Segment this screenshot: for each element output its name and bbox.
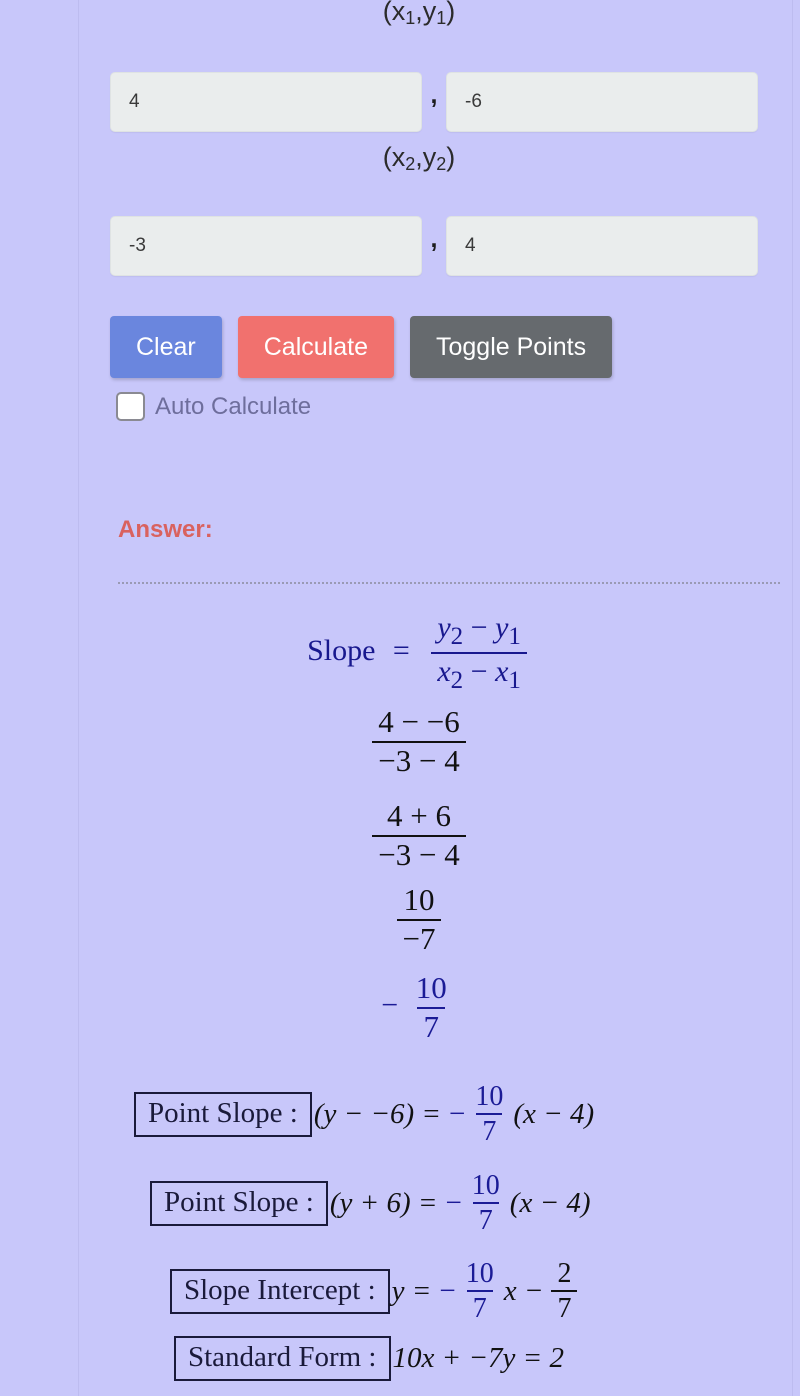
slope-intercept-intercept-fraction: 2 7 [551,1259,578,1324]
slope-step-4-denominator: 7 [417,1006,445,1044]
slope-step-3: 10 −7 [78,882,760,956]
slope-equals: = [392,634,410,668]
standard-form-expression: 10x + −7y = 2 [391,1342,564,1375]
point-2-label-close: ) [446,142,456,172]
standard-form-equation: 10x + −7y = 2 [392,1342,564,1374]
standard-form-label: Standard Form : [174,1336,391,1381]
point-slope-row-1-expression: (y − −6) = − 10 7 (x − 4) [312,1082,594,1147]
slope-step-3-denominator: −7 [396,918,442,956]
point-slope-row-2-fraction: 10 7 [471,1170,500,1237]
slope-step-1-fraction: 4 − −6 −3 − 4 [372,704,466,778]
slope-step-4-fraction: 10 7 [410,970,453,1044]
clear-button[interactable]: Clear [110,316,222,378]
point-slope-row-1-lhs: (y − −6) = [313,1097,442,1130]
point-slope-row-1-sign: − [449,1097,466,1130]
slope-intercept-expression: y = − 10 7 x − 2 7 [390,1259,582,1324]
right-container-rule [792,0,793,1396]
action-button-row: Clear Calculate Toggle Points [110,316,613,378]
slope-formula-numerator: y2 − y1 [437,611,521,650]
point-1-comma: , [430,80,438,109]
toggle-points-button[interactable]: Toggle Points [409,316,613,378]
point-2-label-sub-y: 2 [436,154,447,174]
point-1-label-sub-y: 1 [436,8,447,28]
answer-heading: Answer: [118,516,213,543]
point-slope-row-1: Point Slope : (y − −6) = − 10 7 (x − 4) [78,1082,760,1147]
x2-input[interactable] [110,216,422,276]
slope-step-2-denominator: −3 − 4 [372,834,466,872]
point-slope-row-2-expression: (y + 6) = − 10 7 (x − 4) [328,1171,591,1236]
slope-step-2: 4 + 6 −3 − 4 [78,798,760,872]
slope-step-2-fraction: 4 + 6 −3 − 4 [372,798,466,872]
slope-intercept-slope-fraction: 10 7 [465,1258,494,1325]
point-slope-row-2-lhs: (y + 6) = [329,1186,438,1219]
point-slope-row-2: Point Slope : (y + 6) = − 10 7 (x − 4) [78,1171,760,1236]
point-slope-row-1-fraction: 10 7 [475,1081,504,1148]
y2-input[interactable] [446,216,758,276]
slope-step-4: − 10 7 [78,970,760,1044]
slope-calculator-panel: (x1,y1) , (x2,y2) , Clear Calculate Togg… [78,0,792,1396]
point-1-input-row: , [110,72,760,132]
answer-divider [118,582,780,584]
point-slope-row-1-tail: (x − 4) [513,1097,595,1130]
point-1-label: (x1,y1) [78,0,760,27]
y1-input[interactable] [446,72,758,132]
slope-intercept-row: Slope Intercept : y = − 10 7 x − 2 7 [78,1259,760,1324]
point-slope-row-2-label: Point Slope : [150,1180,328,1226]
slope-intercept-tail: x − [503,1274,544,1307]
slope-intercept-label: Slope Intercept : [170,1268,390,1314]
point-2-label: (x2,y2) [78,142,760,174]
slope-formula-denominator: x2 − x1 [431,652,527,694]
auto-calculate-row[interactable]: Auto Calculate [116,392,311,421]
point-2-comma: , [430,224,438,253]
slope-step-4-sign: − [381,988,399,1022]
slope-step-1-denominator: −3 − 4 [372,740,466,778]
slope-formula-fraction: y2 − y1 x2 − x1 [431,612,527,695]
point-2-label-sub-x: 2 [405,154,416,174]
point-2-label-mid: ,y [415,142,437,172]
point-1-label-open: (x [382,0,406,26]
slope-step-4-numerator: 10 [415,970,447,1005]
slope-step-3-numerator: 10 [403,882,435,917]
point-1-label-sub-x: 1 [405,8,416,28]
point-2-input-row: , [110,216,760,276]
point-slope-row-2-sign: − [445,1186,462,1219]
x1-input[interactable] [110,72,422,132]
point-2-label-open: (x [382,142,406,172]
standard-form-row: Standard Form : 10x + −7y = 2 [78,1336,760,1381]
slope-intercept-lhs: y = [391,1274,432,1307]
point-slope-row-1-label: Point Slope : [134,1091,312,1137]
point-1-label-close: ) [446,0,456,26]
point-slope-row-2-tail: (x − 4) [509,1186,591,1219]
slope-step-3-fraction: 10 −7 [396,882,442,956]
slope-step-1-numerator: 4 − −6 [378,704,460,739]
auto-calculate-label: Auto Calculate [155,392,312,420]
point-1-label-mid: ,y [415,0,437,26]
slope-word: Slope [307,634,376,668]
slope-step-1: 4 − −6 −3 − 4 [78,704,760,778]
slope-intercept-sign: − [439,1274,456,1307]
calculate-button[interactable]: Calculate [237,316,394,378]
slope-formula: Slope = y2 − y1 x2 − x1 [78,612,760,695]
slope-step-2-numerator: 4 + 6 [387,798,451,833]
auto-calculate-checkbox[interactable] [116,392,145,421]
